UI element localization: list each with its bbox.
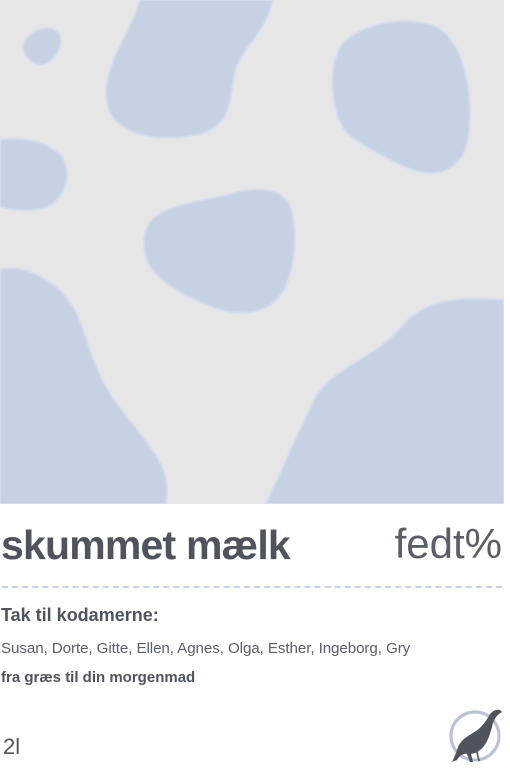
volume-label: 2l [3, 734, 21, 759]
bird-icon [449, 709, 502, 762]
cow-spots-artwork [0, 0, 504, 504]
fat-percentage-label: fedt% [394, 520, 502, 567]
thanks-heading: Tak til kodamerne: [1, 605, 159, 625]
product-name: skummet mælk [1, 522, 291, 568]
dashed-divider [2, 586, 502, 588]
tagline: fra græs til din morgenmad [1, 669, 196, 686]
cow-names-list: Susan, Dorte, Gitte, Ellen, Agnes, Olga,… [1, 640, 411, 657]
